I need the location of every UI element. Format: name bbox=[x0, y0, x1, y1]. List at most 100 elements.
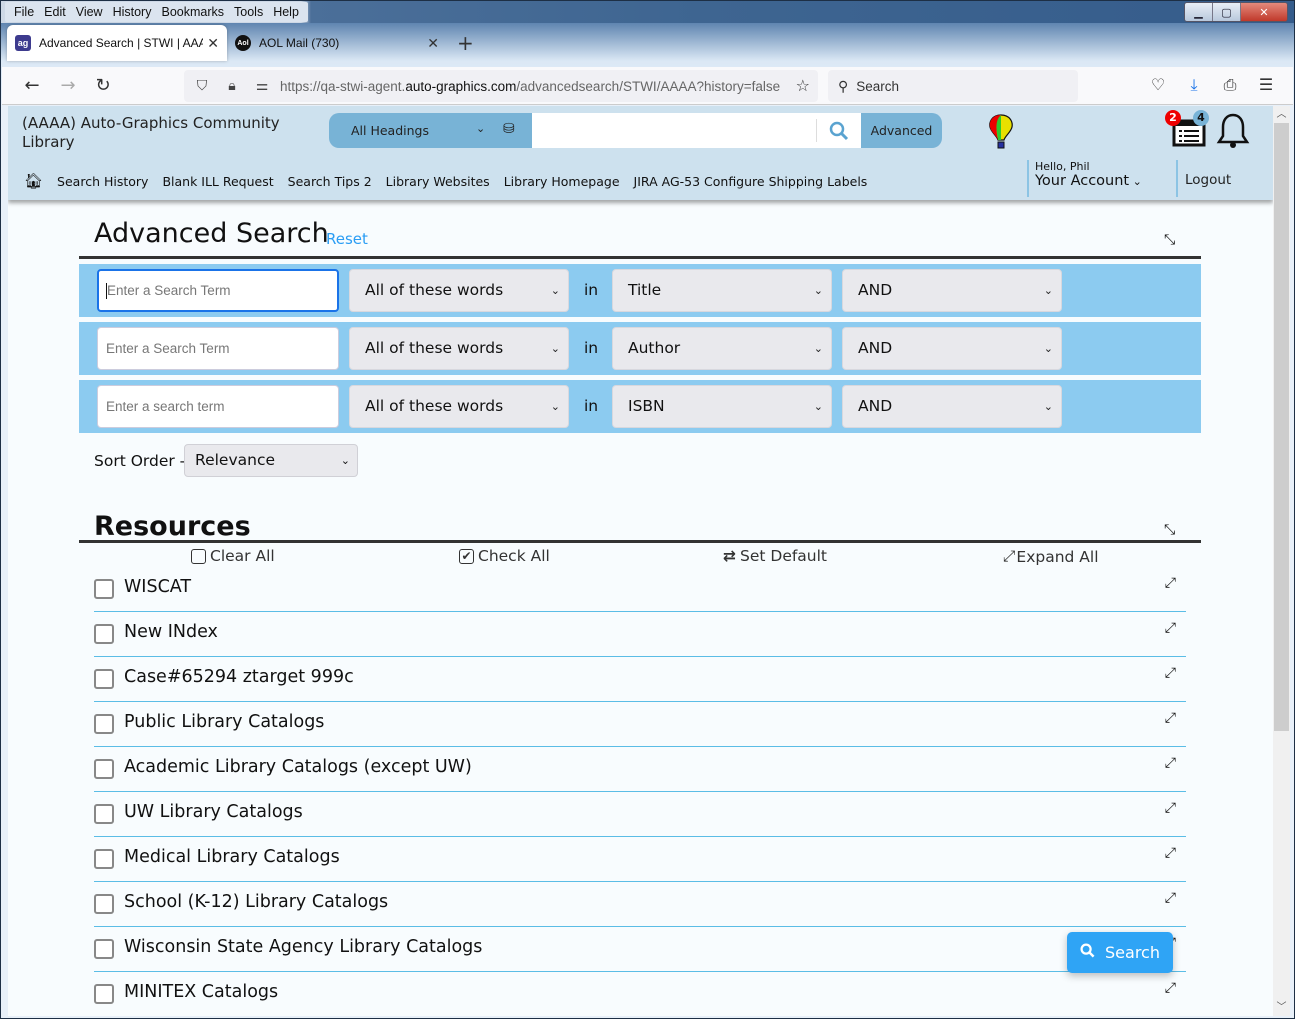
field-select[interactable]: Title ⌄ bbox=[612, 269, 832, 312]
resource-label[interactable]: New INdex bbox=[124, 622, 218, 642]
nav-search-history[interactable]: Search History bbox=[57, 174, 148, 189]
nav-library-homepage[interactable]: Library Homepage bbox=[504, 174, 620, 189]
bell-icon[interactable] bbox=[1216, 112, 1250, 150]
hot-air-balloon-icon[interactable] bbox=[988, 114, 1014, 150]
resource-checkbox[interactable] bbox=[94, 894, 114, 914]
tab-advanced-search[interactable]: ag Advanced Search | STWI | AAAA ✕ bbox=[7, 25, 227, 61]
expand-icon[interactable]: ⤢ bbox=[1165, 980, 1176, 996]
download-icon[interactable]: ⤓ bbox=[1183, 75, 1205, 95]
resource-label[interactable]: School (K-12) Library Catalogs bbox=[124, 892, 388, 912]
quick-search-input[interactable] bbox=[532, 113, 817, 148]
scroll-down-icon[interactable]: ﹀ bbox=[1273, 999, 1290, 1016]
match-type-select[interactable]: All of these words ⌄ bbox=[349, 327, 569, 370]
resource-checkbox[interactable] bbox=[94, 714, 114, 734]
lock-icon[interactable]: 🔒︎ bbox=[220, 78, 244, 94]
nav-search-tips[interactable]: Search Tips 2 bbox=[288, 174, 372, 189]
nav-jira-shipping-labels[interactable]: JIRA AG-53 Configure Shipping Labels bbox=[634, 174, 868, 189]
menu-help[interactable]: Help bbox=[268, 2, 304, 22]
resource-label[interactable]: Public Library Catalogs bbox=[124, 712, 324, 732]
home-icon[interactable]: 🏠︎ bbox=[24, 172, 43, 190]
collapse-icon[interactable]: ⤡ bbox=[1164, 232, 1180, 248]
resource-label[interactable]: Medical Library Catalogs bbox=[124, 847, 340, 867]
resource-checkbox[interactable] bbox=[94, 579, 114, 599]
field-select[interactable]: ISBN ⌄ bbox=[612, 385, 832, 428]
address-bar[interactable]: ⛉ 🔒︎ ⚌ https://qa-stwi-agent.auto-graphi… bbox=[184, 70, 818, 102]
check-all-button[interactable]: ✔ Check All bbox=[459, 547, 550, 565]
resource-checkbox[interactable] bbox=[94, 759, 114, 779]
operator-select[interactable]: AND ⌄ bbox=[842, 269, 1062, 312]
search-button[interactable]: Search bbox=[1067, 932, 1173, 973]
account-menu[interactable]: Hello, Phil Your Account ⌄ bbox=[1027, 160, 1142, 197]
resource-label[interactable]: WISCAT bbox=[124, 577, 191, 597]
tab-aol-mail[interactable]: Aol AOL Mail (730) ✕ bbox=[227, 25, 447, 61]
close-tab-icon[interactable]: ✕ bbox=[207, 35, 219, 52]
resource-checkbox[interactable] bbox=[94, 669, 114, 689]
expand-icon[interactable]: ⤢ bbox=[1165, 710, 1176, 726]
advanced-search-button[interactable]: Advanced bbox=[861, 113, 942, 148]
resource-checkbox[interactable] bbox=[94, 939, 114, 959]
scroll-up-icon[interactable]: ︿ bbox=[1273, 106, 1290, 123]
menu-bookmarks[interactable]: Bookmarks bbox=[156, 2, 229, 22]
menu-history[interactable]: History bbox=[108, 2, 157, 22]
resource-label[interactable]: Academic Library Catalogs (except UW) bbox=[124, 757, 472, 777]
search-term-input[interactable]: Enter a search term bbox=[97, 385, 339, 428]
expand-icon[interactable]: ⤢ bbox=[1165, 620, 1176, 636]
reset-link[interactable]: Reset bbox=[326, 230, 368, 248]
print-icon[interactable]: ⎙ bbox=[1219, 75, 1241, 95]
heading-select[interactable]: All Headings ⌄ ⛁ bbox=[329, 113, 532, 148]
operator-select[interactable]: AND ⌄ bbox=[842, 385, 1062, 428]
match-type-select[interactable]: All of these words ⌄ bbox=[349, 269, 569, 312]
menu-edit[interactable]: Edit bbox=[39, 2, 71, 22]
expand-icon[interactable]: ⤢ bbox=[1165, 755, 1176, 771]
resource-checkbox[interactable] bbox=[94, 624, 114, 644]
permissions-icon[interactable]: ⚌ bbox=[250, 78, 274, 94]
expand-all-button[interactable]: ⤢ Expand All bbox=[1003, 547, 1099, 566]
close-tab-icon[interactable]: ✕ bbox=[427, 35, 439, 52]
search-term-input[interactable]: Enter a Search Term bbox=[97, 327, 339, 370]
match-type-select[interactable]: All of these words ⌄ bbox=[349, 385, 569, 428]
search-icon[interactable] bbox=[817, 113, 861, 148]
account-label[interactable]: Your Account bbox=[1035, 173, 1129, 189]
maximize-button[interactable]: ▢ bbox=[1213, 3, 1241, 21]
expand-icon[interactable]: ⤢ bbox=[1165, 665, 1176, 681]
forward-arrow-icon[interactable]: → bbox=[56, 75, 80, 96]
resource-checkbox[interactable] bbox=[94, 804, 114, 824]
sort-order-select[interactable]: Relevance ⌄ bbox=[184, 444, 358, 477]
clear-all-button[interactable]: Clear All bbox=[191, 547, 275, 565]
database-icon[interactable]: ⛁ bbox=[503, 121, 515, 137]
nav-blank-ill-request[interactable]: Blank ILL Request bbox=[162, 174, 273, 189]
expand-icon[interactable]: ⤢ bbox=[1165, 800, 1176, 816]
minimize-button[interactable]: ▁ bbox=[1185, 3, 1213, 21]
expand-icon[interactable]: ⤢ bbox=[1165, 890, 1176, 906]
resource-label[interactable]: Case#65294 ztarget 999c bbox=[124, 667, 354, 687]
browser-search-box[interactable]: ⚲ Search bbox=[828, 70, 1078, 102]
field-select[interactable]: Author ⌄ bbox=[612, 327, 832, 370]
nav-library-websites[interactable]: Library Websites bbox=[386, 174, 490, 189]
url-text[interactable]: https://qa-stwi-agent.auto-graphics.com/… bbox=[280, 79, 800, 94]
resource-checkbox[interactable] bbox=[94, 849, 114, 869]
scrollbar-thumb[interactable] bbox=[1274, 123, 1289, 731]
set-default-button[interactable]: ⇄ Set Default bbox=[723, 547, 827, 565]
new-tab-icon[interactable]: + bbox=[457, 31, 474, 55]
shield-icon[interactable]: ⛉ bbox=[190, 78, 214, 94]
resource-checkbox[interactable] bbox=[94, 984, 114, 1004]
hamburger-menu-icon[interactable]: ☰ bbox=[1255, 75, 1277, 94]
resource-label[interactable]: Wisconsin State Agency Library Catalogs bbox=[124, 937, 482, 957]
menu-view[interactable]: View bbox=[71, 2, 108, 22]
expand-icon[interactable]: ⤢ bbox=[1165, 575, 1176, 591]
menu-tools[interactable]: Tools bbox=[229, 2, 268, 22]
resource-label[interactable]: MINITEX Catalogs bbox=[124, 982, 278, 1002]
bookmark-star-icon[interactable]: ☆ bbox=[796, 76, 810, 95]
vertical-scrollbar[interactable]: ︿ ﹀ bbox=[1273, 106, 1290, 1016]
logout-link[interactable]: Logout bbox=[1176, 160, 1231, 197]
expand-icon[interactable]: ⤢ bbox=[1165, 845, 1176, 861]
resource-label[interactable]: UW Library Catalogs bbox=[124, 802, 303, 822]
back-arrow-icon[interactable]: ← bbox=[20, 75, 44, 96]
reload-icon[interactable]: ↻ bbox=[91, 75, 115, 96]
close-window-button[interactable]: ✕ bbox=[1241, 3, 1287, 21]
collapse-icon[interactable]: ⤡ bbox=[1164, 522, 1180, 538]
search-term-input[interactable]: Enter a Search Term bbox=[97, 269, 339, 312]
operator-select[interactable]: AND ⌄ bbox=[842, 327, 1062, 370]
menu-file[interactable]: File bbox=[9, 2, 39, 22]
pocket-icon[interactable]: ♡ bbox=[1147, 75, 1169, 94]
